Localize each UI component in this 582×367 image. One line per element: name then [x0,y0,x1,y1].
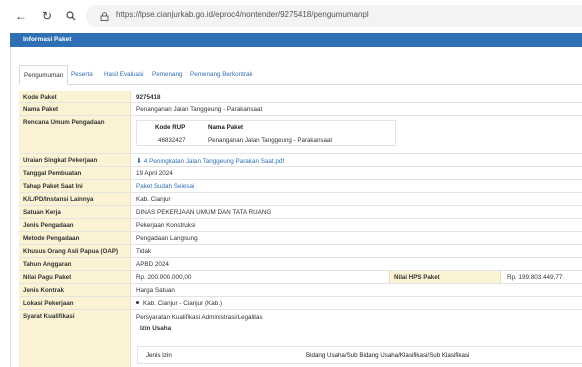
row-tahun-anggaran: Tahun Anggaran APBD 2024 [19,258,582,271]
value-jenis-pengadaan: Pekerjaan Konstruksi [136,222,196,229]
row-uraian: Uraian Singkat Pekerjaan ⬇ 4 Peningkatan … [19,154,582,167]
label-nilai-hps: Nilai HPS Paket [389,271,501,283]
lokasi-text: Kab. Cianjur - Cianjur (Kab.) [143,300,223,307]
value-tahun-anggaran: APBD 2024 [136,261,169,268]
rup-col-kode: Kode RUP [155,124,186,131]
value-nilai-pagu: Rp. 200.000.000,00 Nilai HPS Paket Rp. 1… [131,271,582,283]
uraian-link[interactable]: ⬇ 4 Peningkatan Jalan Tanggeung Parakan S… [131,154,582,166]
label-nilai-pagu: Nilai Pagu Paket [19,271,131,283]
label-lokasi: Lokasi Pekerjaan [19,297,131,309]
label-tahap: Tahap Paket Saat Ini [19,180,131,192]
label-rup: Rencana Umum Pengadaan [19,116,131,153]
panel-title: Informasi Paket [23,36,72,43]
tab-peserta[interactable]: Peserta [67,65,97,85]
label-uraian: Uraian Singkat Pekerjaan [19,154,131,166]
value-tahap[interactable]: Paket Sudah Selesai [131,180,582,192]
row-oap: Khusus Orang Asli Papua (OAP) Tidak [19,245,582,258]
rup-col-nama: Nama Paket [208,124,244,131]
izin-col-jenis: Jenis Izin [146,352,172,359]
rup-kode-value: 46832427 [158,137,186,144]
label-nama-paket: Nama Paket [19,103,131,115]
panel-header: Informasi Paket [10,33,582,47]
row-syarat-kualifikasi: Syarat Kualifikasi Persyaratan Kualifika… [19,310,582,367]
browser-toolbar: ← ↻ https://lpse.cianjurkab.go.id/eproc4… [0,0,582,32]
label-syarat: Syarat Kualifikasi [19,310,131,367]
back-arrow-icon[interactable]: ← [14,9,28,23]
row-kode-paket: Kode Paket 9275418 [19,91,582,103]
row-tanggal: Tanggal Pembuatan 19 April 2024 [19,167,582,180]
label-klpd: K/L/PD/Instansi Lainnya [19,193,131,205]
label-tanggal: Tanggal Pembuatan [19,167,131,179]
row-jenis-pengadaan: Jenis Pengadaan Pekerjaan Konstruksi [19,219,582,232]
value-klpd: Kab. Cianjur [136,196,171,203]
value-lokasi: Kab. Cianjur - Cianjur (Kab.) [131,297,582,309]
row-rencana-umum-pengadaan: Rencana Umum Pengadaan Kode RUP Nama Pak… [19,116,582,154]
reload-icon[interactable]: ↻ [40,9,54,23]
value-metode: Pengadaan Langsung [136,235,198,242]
search-icon[interactable] [64,9,78,23]
rup-nama-value: Penanganan Jalan Tanggeung - Parakansaat [208,137,333,144]
panel-body: Pengumuman Peserta Hasil Evaluasi Pemena… [10,47,582,367]
label-jenis-kontrak: Jenis Kontrak [19,284,131,296]
value-nama-paket: Penanganan Jalan Tanggeung - Parakansaat [136,106,263,113]
label-oap: Khusus Orang Asli Papua (OAP) [19,245,131,257]
row-nama-paket: Nama Paket Penanganan Jalan Tanggeung - … [19,103,582,116]
value-jenis-kontrak: Harga Satuan [136,287,175,294]
label-jenis-pengadaan: Jenis Pengadaan [19,219,131,231]
url-text: https://lpse.cianjurkab.go.id/eproc4/non… [116,10,369,19]
row-metode: Metode Pengadaan Pengadaan Langsung [19,232,582,245]
uraian-filename: 4 Peningkatan Jalan Tanggeung Parakan Sa… [143,158,285,165]
tab-pengumuman[interactable]: Pengumuman [19,65,69,85]
label-satuan-kerja: Satuan Kerja [19,206,131,218]
row-lokasi: Lokasi Pekerjaan Kab. Cianjur - Cianjur … [19,297,582,310]
tab-hasil-evaluasi[interactable]: Hasil Evaluasi [100,65,148,85]
site-info-icon[interactable] [98,10,110,22]
izin-col-bidang: Bidang Usaha/Sub Bidang Usaha/Klasifikas… [306,352,470,359]
download-icon: ⬇ [136,158,142,165]
label-kode-paket: Kode Paket [19,91,131,102]
value-satuan-kerja: DINAS PEKERJAAN UMUM DAN TATA RUANG [136,209,272,216]
value-tanggal: 19 April 2024 [136,170,173,177]
row-satuan-kerja: Satuan Kerja DINAS PEKERJAAN UMUM DAN TA… [19,206,582,219]
tab-pemenang-berkontrak[interactable]: Pemenang Berkontrak [186,65,257,85]
izin-usaha-table: Jenis Izin Bidang Usaha/Sub Bidang Usaha… [137,346,582,364]
address-bar[interactable]: https://lpse.cianjurkab.go.id/eproc4/non… [86,5,582,27]
value-kode-paket: 9275418 [136,94,161,101]
value-oap: Tidak [136,248,152,255]
izin-usaha-heading: Izin Usaha [140,325,172,332]
row-klpd: K/L/PD/Instansi Lainnya Kab. Cianjur [19,193,582,206]
pagu-amount: Rp. 200.000.000,00 [136,274,192,281]
value-nilai-hps: Rp. 199.803.449,77 [507,274,563,281]
tab-pemenang[interactable]: Pemenang [148,65,186,85]
rup-table: Kode RUP Nama Paket 46832427 Penanganan … [136,120,396,146]
label-metode: Metode Pengadaan [19,232,131,244]
tab-bar: Pengumuman Peserta Hasil Evaluasi Pemena… [19,65,582,85]
row-jenis-kontrak: Jenis Kontrak Harga Satuan [19,284,582,297]
syarat-heading: Persyaratan Kualifikasi Administrasi/Leg… [136,314,263,321]
bullet-icon [136,301,139,305]
label-tahun-anggaran: Tahun Anggaran [19,258,131,270]
row-nilai-pagu: Nilai Pagu Paket Rp. 200.000.000,00 Nila… [19,271,582,284]
row-tahap: Tahap Paket Saat Ini Paket Sudah Selesai [19,180,582,193]
